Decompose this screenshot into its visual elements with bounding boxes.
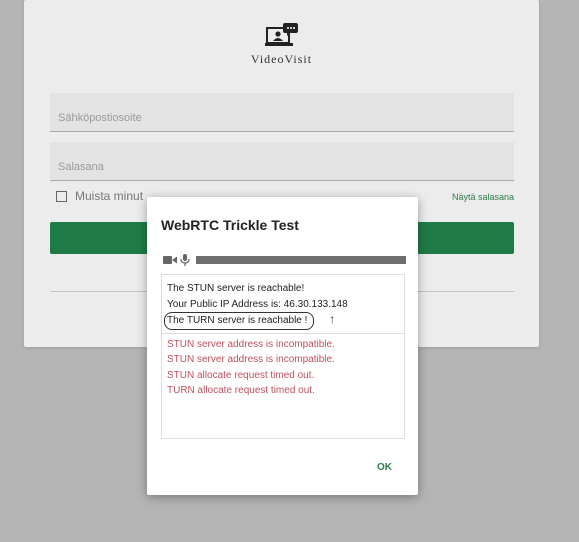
log-line-error: STUN server address is incompatible. xyxy=(167,338,335,350)
media-bar xyxy=(163,253,406,267)
videovisit-logo: VideoVisit xyxy=(24,22,539,67)
email-field[interactable] xyxy=(50,93,514,131)
media-level-bar xyxy=(196,256,406,264)
camera-icon xyxy=(163,256,177,264)
videovisit-logo-icon xyxy=(264,23,298,46)
email-field-container xyxy=(50,93,514,132)
show-password-link[interactable]: Näytä salasana xyxy=(452,192,514,202)
password-field[interactable] xyxy=(50,142,514,180)
annotation-mark: ↑ xyxy=(329,312,336,326)
microphone-icon xyxy=(180,254,190,266)
log-line-error: TURN allocate request timed out. xyxy=(167,385,315,396)
webrtc-test-dialog: WebRTC Trickle Test The STUN server is r… xyxy=(147,197,418,495)
remember-checkbox[interactable] xyxy=(56,190,67,202)
password-field-container xyxy=(50,142,514,181)
log-separator xyxy=(162,332,404,334)
ok-button[interactable]: OK xyxy=(377,462,392,473)
brand-name: VideoVisit xyxy=(250,52,313,66)
circled-annotation: The TURN server is reachable ! xyxy=(164,312,315,330)
test-log: The STUN server is reachable! Your Publi… xyxy=(161,274,405,439)
log-line: The STUN server is reachable! xyxy=(167,283,305,294)
log-line-error: STUN allocate request timed out. xyxy=(167,369,315,381)
log-line: Your Public IP Address is: 46.30.133.148 xyxy=(167,298,348,310)
remember-label: Muista minut xyxy=(75,189,144,203)
remember-me[interactable]: Muista minut xyxy=(56,189,143,203)
media-level-fill xyxy=(196,256,406,264)
log-line-turn-reachable: The TURN server is reachable ! ↑ xyxy=(164,312,399,330)
log-line-error: STUN server address is incompatible. xyxy=(167,354,335,365)
dialog-title: WebRTC Trickle Test xyxy=(161,217,299,233)
